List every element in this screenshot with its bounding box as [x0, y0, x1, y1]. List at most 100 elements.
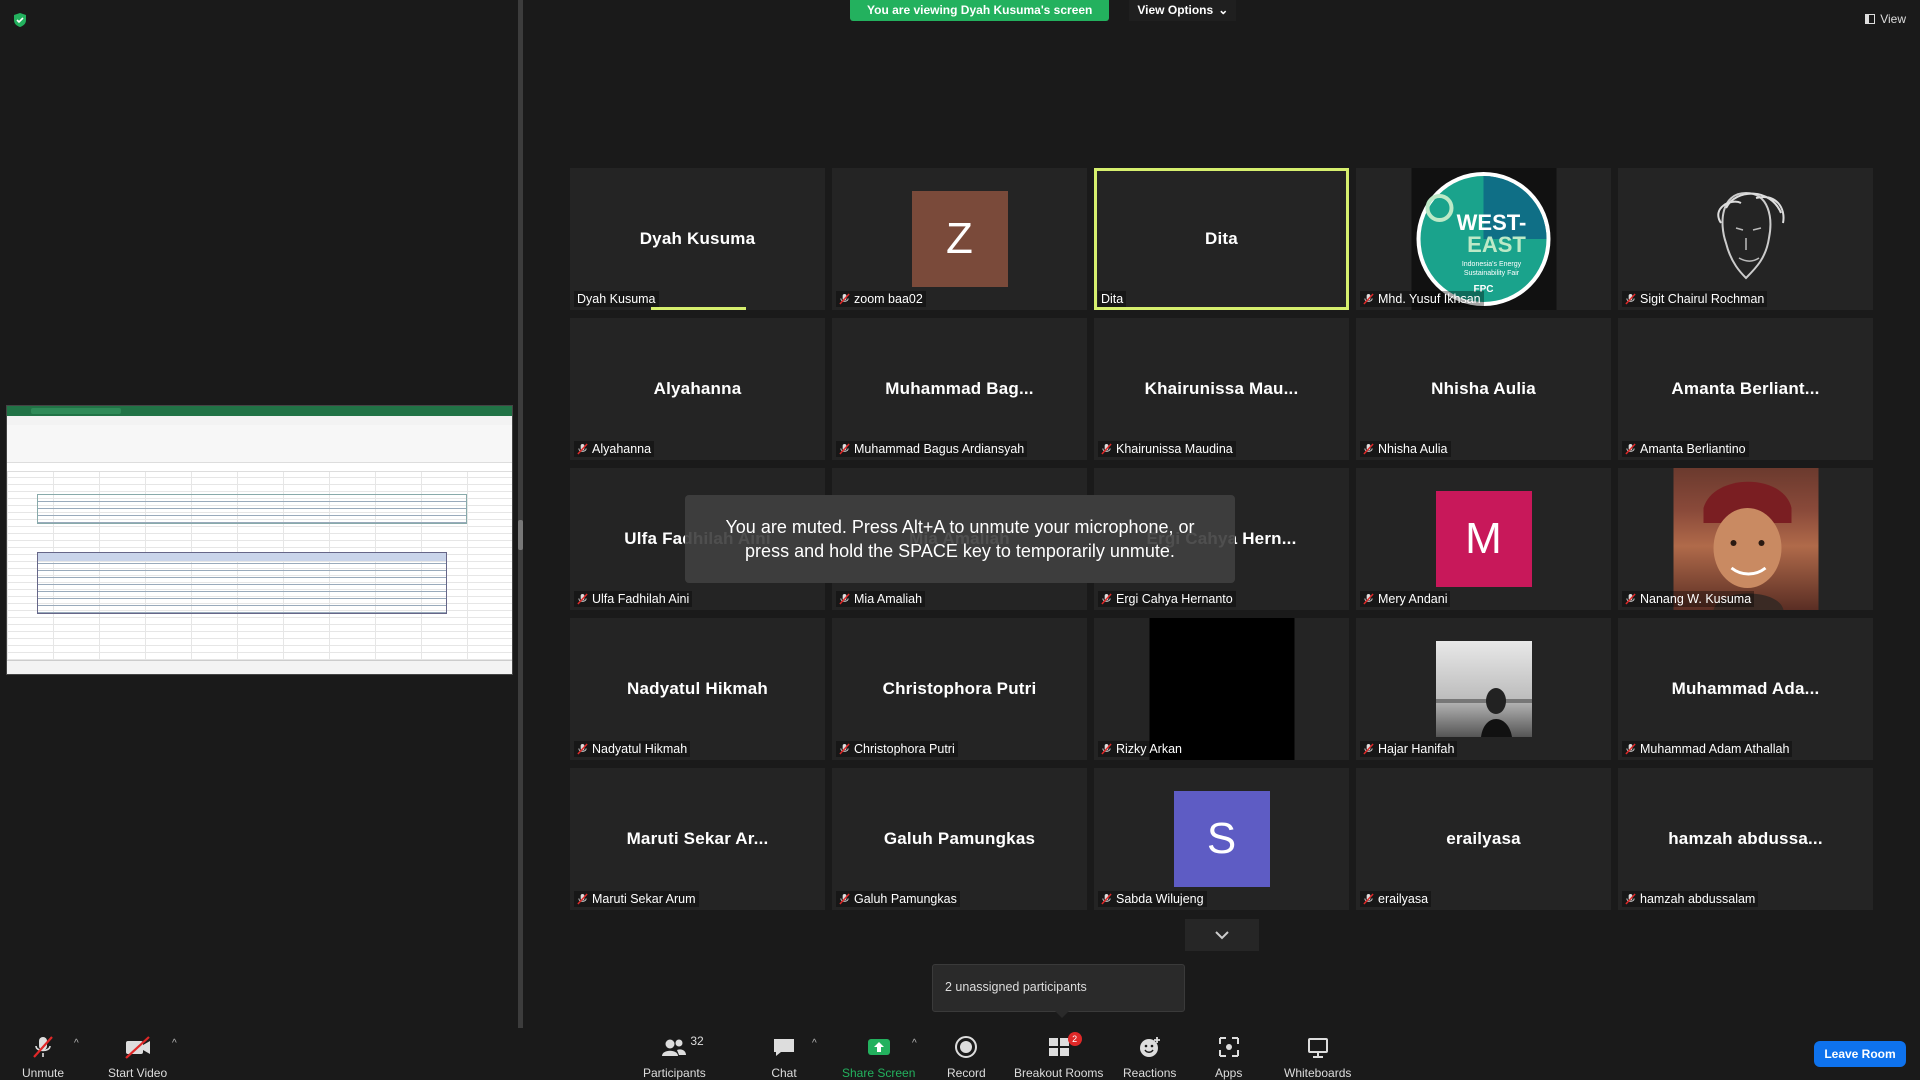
zoom-meeting-window: You are viewing Dyah Kusuma's screen Vie…	[0, 0, 1920, 1080]
chat-options-caret-icon[interactable]: ^	[812, 1038, 817, 1049]
participant-tile[interactable]: Muhammad Bag... Muhammad Bagus Ardiansyah	[832, 318, 1087, 460]
participant-tile[interactable]: Khairunissa Mau... Khairunissa Maudina	[1094, 318, 1349, 460]
participant-tile[interactable]: Galuh Pamungkas Galuh Pamungkas	[832, 768, 1087, 910]
view-options-label: View Options	[1137, 3, 1214, 17]
participant-tile[interactable]: Nhisha Aulia Nhisha Aulia	[1356, 318, 1611, 460]
share-screen-label: Share Screen	[842, 1066, 916, 1080]
participant-name: Mia Amaliah	[854, 592, 923, 606]
participant-name: Sigit Chairul Rochman	[1640, 292, 1765, 306]
chat-button[interactable]: Chat	[771, 1034, 797, 1080]
participant-display-name: Nhisha Aulia	[1431, 379, 1536, 398]
excel-ribbon	[7, 425, 512, 463]
mic-muted-icon	[839, 443, 850, 455]
start-video-button[interactable]: Start Video	[108, 1034, 167, 1080]
participant-tile[interactable]: Amanta Berliant... Amanta Berliantino	[1618, 318, 1873, 460]
participant-name: Muhammad Bagus Ardiansyah	[854, 442, 1025, 456]
participant-tile[interactable]: Dita Dita	[1094, 168, 1349, 310]
unmute-label: Unmute	[22, 1066, 65, 1080]
avatar	[1673, 468, 1818, 610]
audio-options-caret-icon[interactable]: ^	[74, 1038, 79, 1049]
viewing-screen-banner: You are viewing Dyah Kusuma's screen	[850, 0, 1110, 21]
westeast-logo-icon: WEST- EAST Indonesia's Energy Sustainabi…	[1416, 172, 1550, 306]
participant-name: zoom baa02	[854, 292, 923, 306]
participant-name: Galuh Pamungkas	[854, 892, 957, 906]
excel-titlebar	[7, 406, 512, 416]
shared-excel-window[interactable]	[6, 405, 513, 675]
participant-name-label: Nadyatul Hikmah	[574, 741, 691, 757]
participant-tile[interactable]: erailyasa erailyasa	[1356, 768, 1611, 910]
mic-muted-icon	[577, 593, 588, 605]
apps-button[interactable]: Apps	[1215, 1034, 1242, 1080]
participant-tile[interactable]: Maruti Sekar Ar... Maruti Sekar Arum	[570, 768, 825, 910]
participant-name-label: Alyahanna	[574, 441, 655, 457]
video-off-icon	[124, 1036, 150, 1059]
participant-tile[interactable]: hamzah abdussa... hamzah abdussalam	[1618, 768, 1873, 910]
video-options-caret-icon[interactable]: ^	[172, 1038, 177, 1049]
leave-room-button[interactable]: Leave Room	[1814, 1041, 1906, 1067]
avatar	[1701, 168, 1791, 310]
start-video-label: Start Video	[108, 1066, 168, 1080]
avatar: Z	[911, 191, 1008, 287]
participant-tile[interactable]: WEST- EAST Indonesia's Energy Sustainabi…	[1356, 168, 1611, 310]
split-view-divider[interactable]	[518, 0, 523, 1028]
view-button[interactable]: View	[1865, 12, 1906, 26]
participant-name-label: Hajar Hanifah	[1360, 741, 1458, 757]
participant-tile[interactable]: Rizky Arkan	[1094, 618, 1349, 760]
participant-name-label: Mery Andani	[1360, 591, 1451, 607]
participant-name: Mhd. Yusuf Ikhsan	[1378, 292, 1481, 306]
participant-tile[interactable]: Nadyatul Hikmah Nadyatul Hikmah	[570, 618, 825, 760]
unassigned-participants-tooltip[interactable]: 2 unassigned participants	[932, 964, 1185, 1018]
share-options-caret-icon[interactable]: ^	[912, 1038, 917, 1049]
mic-muted-icon	[839, 593, 850, 605]
security-shield-icon[interactable]	[12, 12, 28, 28]
whiteboards-label: Whiteboards	[1284, 1066, 1352, 1080]
mic-muted-icon	[839, 293, 850, 305]
participant-name-label: Galuh Pamungkas	[836, 891, 960, 907]
participant-tile[interactable]: Muhammad Ada... Muhammad Adam Athallah	[1618, 618, 1873, 760]
speaking-indicator	[651, 307, 746, 310]
mic-muted-icon	[577, 893, 588, 905]
breakout-rooms-label: Breakout Rooms	[1014, 1066, 1104, 1080]
participant-tile[interactable]: M Mery Andani	[1356, 468, 1611, 610]
participant-tile[interactable]: Christophora Putri Christophora Putri	[832, 618, 1087, 760]
mic-muted-icon	[1363, 593, 1374, 605]
share-screen-icon	[867, 1039, 890, 1055]
mic-muted-icon	[1101, 443, 1112, 455]
mic-muted-icon	[839, 743, 850, 755]
mic-muted-icon	[1625, 443, 1636, 455]
view-options-button[interactable]: View Options ⌄	[1129, 0, 1237, 21]
participant-tile[interactable]: Alyahanna Alyahanna	[570, 318, 825, 460]
participant-tile[interactable]: Hajar Hanifah	[1356, 618, 1611, 760]
participant-tile[interactable]: Zzoom baa02	[832, 168, 1087, 310]
record-button[interactable]: Record	[947, 1034, 986, 1080]
participant-display-name: Nadyatul Hikmah	[627, 679, 768, 698]
participant-name: hamzah abdussalam	[1640, 892, 1756, 906]
breakout-badge: 2	[1067, 1032, 1082, 1046]
participant-name: Dita	[1101, 292, 1124, 306]
participant-tile[interactable]: S Sabda Wilujeng	[1094, 768, 1349, 910]
participant-name-label: Ergi Cahya Hernanto	[1098, 591, 1236, 607]
mic-muted-icon	[1625, 293, 1636, 305]
participant-tile[interactable]: Dyah Kusuma Dyah Kusuma	[570, 168, 825, 310]
participant-tile[interactable]: Nanang W. Kusuma	[1618, 468, 1873, 610]
breakout-rooms-button[interactable]: 2 Breakout Rooms	[1014, 1032, 1104, 1080]
participant-name: Amanta Berliantino	[1640, 442, 1746, 456]
logo-line3: Indonesia's Energy	[1461, 261, 1521, 268]
participant-tile[interactable]: Sigit Chairul Rochman	[1618, 168, 1873, 310]
participants-button[interactable]: 32 Participants	[643, 1034, 706, 1080]
whiteboards-button[interactable]: Whiteboards	[1284, 1034, 1351, 1080]
participants-count: 32	[690, 1034, 704, 1048]
participant-display-name: Muhammad Bag...	[885, 379, 1034, 398]
reactions-button[interactable]: Reactions	[1123, 1034, 1176, 1080]
participant-name-label: Christophora Putri	[836, 741, 958, 757]
chevron-down-icon: ⌄	[1218, 3, 1229, 17]
mic-muted-icon	[1625, 743, 1636, 755]
mic-muted-icon	[1363, 443, 1374, 455]
chat-label: Chat	[771, 1066, 797, 1080]
excel-formula-bar	[7, 463, 512, 472]
share-screen-button[interactable]: Share Screen	[842, 1034, 915, 1080]
excel-table-main	[37, 552, 447, 614]
unmute-button[interactable]: Unmute	[22, 1034, 64, 1080]
chat-icon	[774, 1039, 794, 1056]
next-page-button[interactable]	[1185, 919, 1259, 951]
